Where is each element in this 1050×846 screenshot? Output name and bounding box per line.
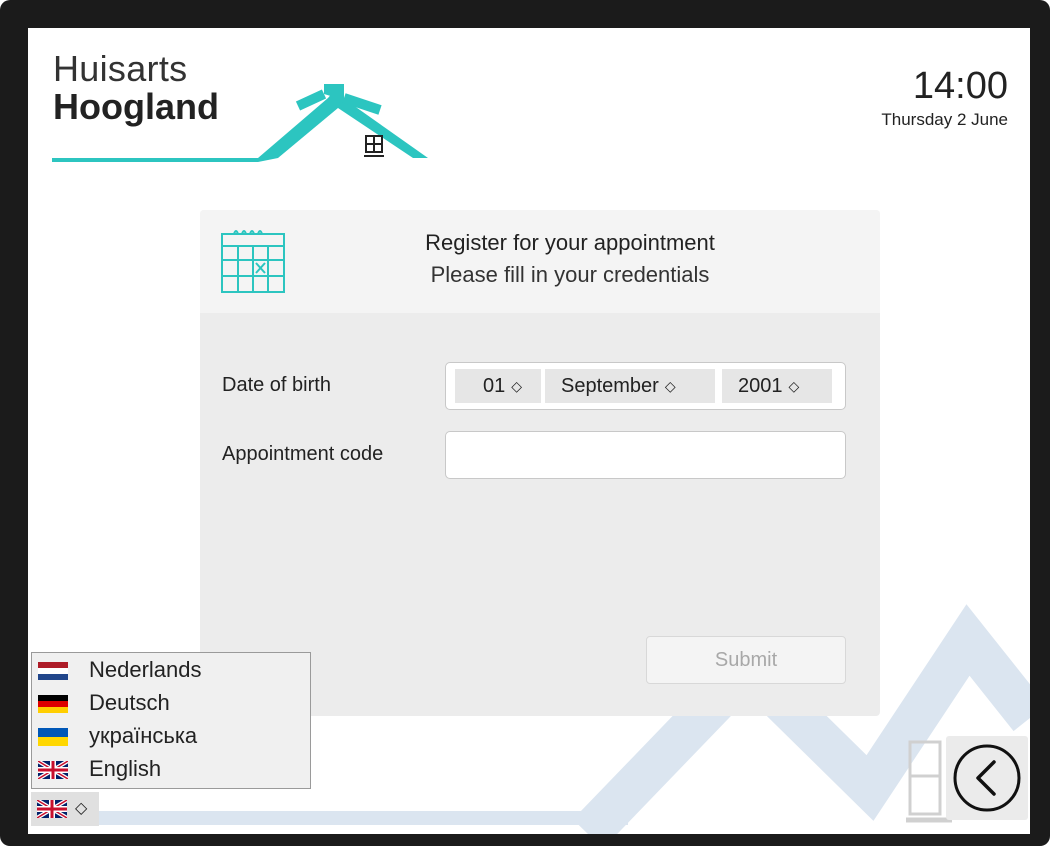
brand-line2: Hoogland <box>53 86 219 127</box>
chevron-updown-icon: ◇ <box>664 378 676 394</box>
clock: 14:00 Thursday 2 June <box>881 64 1008 130</box>
month-select[interactable]: September ◇ <box>545 369 715 403</box>
brand-line1: Huisarts <box>53 48 188 89</box>
clock-date: Thursday 2 June <box>881 110 1008 129</box>
back-arrow-icon <box>953 744 1021 812</box>
panel-title: Register for your appointment <box>425 230 715 255</box>
flag-nl-icon <box>38 662 68 680</box>
chevron-updown-icon: ◇ <box>75 800 88 817</box>
flag-ua-icon <box>38 728 68 746</box>
language-menu: Nederlands Deutsch українська English <box>31 652 311 789</box>
chevron-updown-icon: ◇ <box>511 378 523 394</box>
panel-subtitle: Please fill in your credentials <box>430 262 710 287</box>
submit-button[interactable]: Submit <box>646 636 846 684</box>
dob-field: 01 ◇ September ◇ 2001 ◇ <box>445 362 846 410</box>
year-value: 2001 <box>738 375 783 397</box>
language-label: Deutsch <box>89 690 170 715</box>
language-label: English <box>89 756 162 781</box>
year-select[interactable]: 2001 ◇ <box>722 369 832 403</box>
registration-panel: Register for your appointment Please fil… <box>200 210 880 716</box>
language-option-en[interactable]: English <box>32 754 310 786</box>
flag-de-icon <box>38 695 68 713</box>
language-label: Nederlands <box>89 657 202 682</box>
code-label: Appointment code <box>222 443 384 465</box>
language-label: українська <box>89 723 198 748</box>
clock-time: 14:00 <box>912 65 1008 107</box>
day-value: 01 <box>483 375 506 397</box>
day-select[interactable]: 01 ◇ <box>455 369 541 403</box>
flag-uk-icon <box>37 800 67 818</box>
appointment-code-input[interactable] <box>445 431 846 479</box>
language-selector[interactable]: ◇ <box>31 792 99 826</box>
flag-uk-icon <box>38 761 68 779</box>
panel-header: Register for your appointment Please fil… <box>200 210 880 313</box>
language-option-de[interactable]: Deutsch <box>32 688 310 720</box>
back-button[interactable] <box>946 736 1028 820</box>
language-option-nl[interactable]: Nederlands <box>32 655 310 687</box>
month-value: September <box>561 375 659 397</box>
dob-label: Date of birth <box>222 374 331 396</box>
kiosk-screen: Huisarts Hoogland 14:00 Thursday 2 June … <box>28 28 1030 834</box>
brand-logo: Huisarts Hoogland <box>48 48 468 162</box>
chevron-updown-icon: ◇ <box>788 378 800 394</box>
language-option-ua[interactable]: українська <box>32 721 310 753</box>
